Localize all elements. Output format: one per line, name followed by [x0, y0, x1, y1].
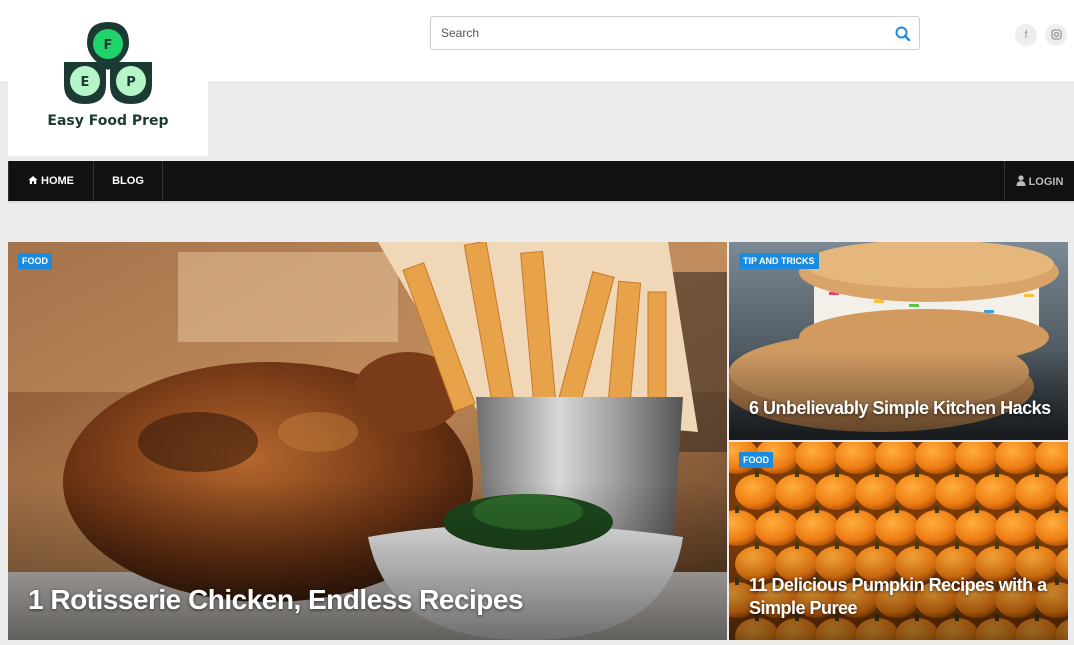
search-button[interactable] [893, 24, 913, 44]
search-input[interactable] [431, 17, 881, 49]
facebook-icon: f [1024, 29, 1028, 41]
home-icon [28, 176, 38, 184]
nav-blog-label: BLOG [112, 175, 144, 187]
instagram-link[interactable] [1045, 24, 1067, 46]
logo-text: Easy Food Prep [47, 113, 169, 129]
user-icon [1016, 175, 1026, 186]
featured-main-image [8, 242, 727, 640]
featured-post-main[interactable]: FOOD 1 Rotisserie Chicken, Endless Recip… [8, 242, 727, 640]
search-icon [895, 26, 911, 42]
featured-post-side-1[interactable]: TIP AND TRICKS 6 Unbelievably Simple Kit… [729, 242, 1068, 440]
login-label: LOGIN [1028, 176, 1064, 188]
nav-blog[interactable]: BLOG [94, 161, 163, 201]
category-badge[interactable]: FOOD [739, 452, 773, 468]
login-button[interactable]: LOGIN [1004, 161, 1074, 201]
nav-home[interactable]: HOME [8, 161, 94, 201]
search-box [430, 16, 920, 50]
featured-side-1-title[interactable]: 6 Unbelievably Simple Kitchen Hacks [749, 398, 1059, 419]
category-badge[interactable]: TIP AND TRICKS [739, 253, 819, 269]
nav-home-label: HOME [41, 175, 74, 187]
featured-post-side-2[interactable]: FOOD 11 Delicious Pumpkin Recipes with a… [729, 442, 1068, 640]
nav-shadow [8, 201, 1074, 204]
featured-main-title[interactable]: 1 Rotisserie Chicken, Endless Recipes [28, 584, 708, 616]
instagram-icon [1050, 29, 1062, 40]
facebook-link[interactable]: f [1015, 24, 1037, 46]
logo-letter-p: P [126, 75, 136, 90]
main-nav: HOME BLOG LOGIN [8, 161, 1074, 201]
logo-letter-e: E [81, 75, 90, 90]
logo-letter-f: F [104, 38, 113, 53]
featured-side-2-title[interactable]: 11 Delicious Pumpkin Recipes with a Simp… [749, 574, 1049, 620]
category-badge[interactable]: FOOD [18, 253, 52, 269]
logo-icon: F E P [64, 22, 152, 104]
site-logo[interactable]: F E P Easy Food Prep [8, 0, 208, 156]
